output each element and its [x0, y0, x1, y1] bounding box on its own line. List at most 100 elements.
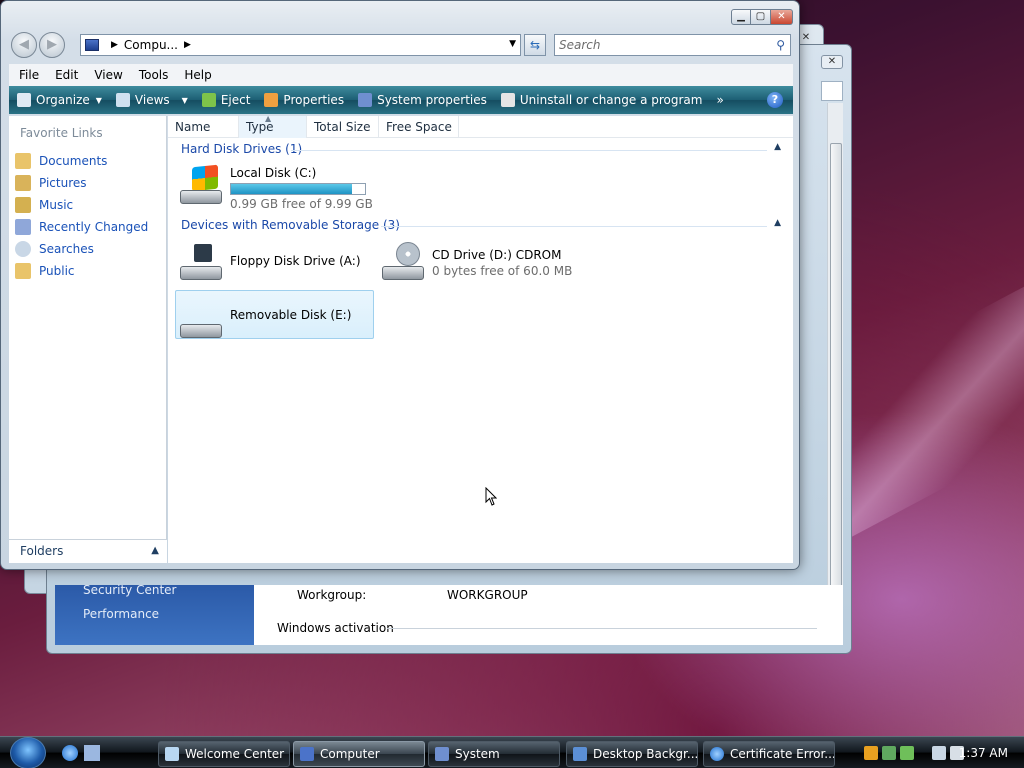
network-icon[interactable] [932, 746, 946, 760]
drive-a[interactable]: Floppy Disk Drive (A:) [178, 242, 361, 282]
show-desktop-icon[interactable] [84, 745, 100, 761]
pictures-folder-icon [15, 175, 31, 191]
search-input[interactable]: Search ⚲ [554, 34, 791, 56]
properties-button[interactable]: Properties [264, 93, 344, 107]
task-welcome-center[interactable]: Welcome Center [158, 741, 290, 767]
collapse-icon[interactable]: ▲ [774, 218, 781, 228]
system-search-field[interactable] [821, 81, 843, 101]
views-button[interactable]: Views ▼ [115, 93, 188, 107]
organize-button[interactable]: Organize ▼ [17, 93, 102, 107]
column-name[interactable]: Name [168, 116, 239, 138]
task-label: Desktop Backgr... [593, 747, 698, 761]
chevron-right-icon[interactable]: ▶ [111, 40, 118, 50]
folders-toggle[interactable]: Folders ▲ [9, 539, 167, 563]
close-icon[interactable]: ✕ [821, 55, 843, 69]
column-type[interactable]: ▲ Type [239, 114, 307, 138]
back-button[interactable]: ◀ [11, 32, 37, 58]
menu-edit[interactable]: Edit [55, 68, 78, 82]
more-commands-button[interactable]: » [716, 93, 723, 107]
nav-performance[interactable]: Performance [83, 607, 159, 621]
eject-button[interactable]: Eject [201, 93, 250, 107]
drive-body [382, 266, 424, 280]
computer-icon [300, 747, 314, 761]
system-left-nav: Security Center Performance [55, 583, 254, 645]
uninstall-label: Uninstall or change a program [519, 93, 703, 107]
system-properties-button[interactable]: System properties [358, 93, 487, 107]
group-label: Hard Disk Drives (1) [181, 142, 303, 156]
floppy-drive-icon [178, 242, 222, 282]
task-label: Welcome Center [185, 747, 285, 761]
maximize-button[interactable]: ▢ [751, 9, 771, 25]
drive-e[interactable]: Removable Disk (E:) [178, 300, 351, 340]
column-total-size[interactable]: Total Size [307, 116, 379, 138]
collapse-icon[interactable]: ▲ [774, 142, 781, 152]
uninstall-icon [500, 93, 515, 107]
eject-icon [201, 93, 216, 107]
notification-area: 1:37 AM [854, 737, 1024, 768]
chevron-up-icon[interactable]: ▲ [151, 540, 159, 562]
navigation-pane: Favorite Links Documents Pictures Music … [9, 116, 167, 563]
menu-tools[interactable]: Tools [139, 68, 169, 82]
sidebar-item-pictures[interactable]: Pictures [15, 172, 148, 194]
forward-button[interactable]: ▶ [39, 32, 65, 58]
task-system[interactable]: System [428, 741, 560, 767]
close-button[interactable]: ✕ [771, 9, 793, 25]
uninstall-button[interactable]: Uninstall or change a program [500, 93, 703, 107]
floppy-disk [194, 244, 212, 262]
file-list-pane: Name ▲ Type Total Size Free Space Hard Di… [168, 114, 793, 563]
safely-remove-icon[interactable] [882, 746, 896, 760]
computer-window[interactable]: ▁ ▢ ✕ ◀ ▶ ▶ Compu... ▶ ▼ ⇆ Search ⚲ File… [0, 0, 800, 570]
favorite-links-list: Documents Pictures Music Recently Change… [15, 150, 148, 282]
drive-d[interactable]: CD Drive (D:) CDROM 0 bytes free of 60.0… [380, 242, 572, 282]
desktop-background-icon [573, 747, 587, 761]
views-label: Views [134, 93, 170, 107]
security-shield-icon[interactable] [864, 746, 878, 760]
chevron-down-icon[interactable]: ▼ [509, 39, 516, 49]
command-bar: Organize ▼ Views ▼ Eject Properties Syst… [9, 86, 793, 114]
recent-folder-icon [15, 219, 31, 235]
sidebar-item-documents[interactable]: Documents [15, 150, 148, 172]
defender-icon[interactable] [900, 746, 914, 760]
column-label: Total Size [314, 120, 371, 134]
clock[interactable]: 1:37 AM [959, 746, 1008, 760]
address-crumb[interactable]: Compu... [124, 38, 178, 52]
sidebar-item-recently-changed[interactable]: Recently Changed [15, 216, 148, 238]
start-button[interactable] [10, 737, 46, 768]
sidebar-item-public[interactable]: Public [15, 260, 148, 282]
task-desktop-background[interactable]: Desktop Backgr... [566, 741, 698, 767]
task-computer[interactable]: Computer [293, 741, 425, 767]
sidebar-item-music[interactable]: Music [15, 194, 148, 216]
task-certificate-error[interactable]: Certificate Error... [703, 741, 835, 767]
column-label: Name [175, 120, 211, 134]
music-folder-icon [15, 197, 31, 213]
address-bar[interactable]: ▶ Compu... ▶ ▼ [80, 34, 521, 56]
nav-security-center[interactable]: Security Center [83, 583, 176, 597]
scroll-thumb[interactable] [830, 143, 842, 623]
windows-drive-icon [178, 164, 222, 206]
minimize-button[interactable]: ▁ [731, 9, 751, 25]
refresh-button[interactable]: ⇆ [524, 34, 546, 56]
favorite-links-heading: Favorite Links [20, 126, 103, 140]
menu-help[interactable]: Help [184, 68, 211, 82]
menu-file[interactable]: File [19, 68, 39, 82]
group-hard-disk-drives[interactable]: Hard Disk Drives (1) ▲ [181, 142, 781, 160]
properties-icon [264, 93, 279, 107]
chevron-down-icon: ▼ [181, 95, 188, 105]
cd-drive-icon [380, 242, 424, 282]
menu-view[interactable]: View [94, 68, 122, 82]
help-icon[interactable]: ? [767, 92, 783, 108]
divider [387, 628, 817, 629]
sort-ascending-icon: ▲ [265, 114, 272, 123]
drive-c[interactable]: Local Disk (C:) 0.99 GB free of 9.99 GB [178, 164, 373, 211]
internet-explorer-icon[interactable] [62, 745, 78, 761]
search-icon[interactable]: ⚲ [776, 35, 785, 55]
drive-body [180, 190, 222, 204]
chevron-right-icon[interactable]: ▶ [184, 40, 191, 50]
views-icon [115, 93, 130, 107]
organize-icon [17, 93, 31, 107]
system-scrollbar[interactable] [827, 103, 843, 643]
sidebar-item-searches[interactable]: Searches [15, 238, 148, 260]
group-removable-storage[interactable]: Devices with Removable Storage (3) ▲ [181, 218, 781, 236]
column-free-space[interactable]: Free Space [379, 116, 459, 138]
task-label: System [455, 747, 500, 761]
